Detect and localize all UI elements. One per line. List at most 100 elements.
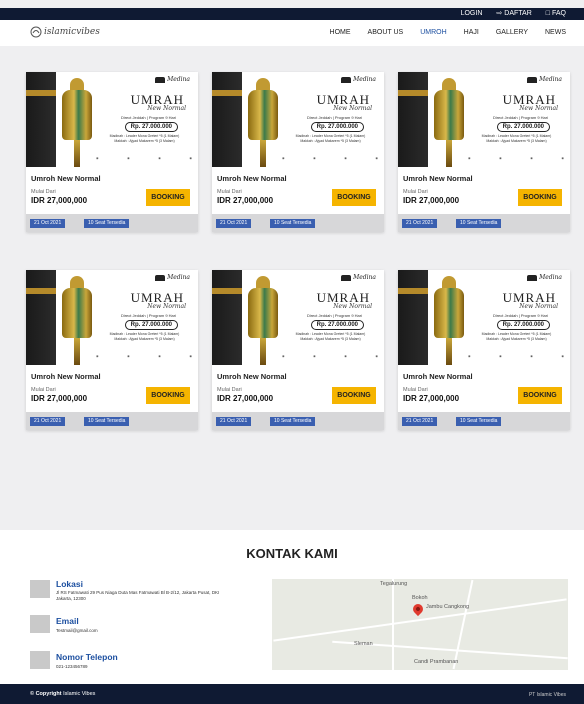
map-label-tegalurung: Tegalurung: [380, 581, 408, 587]
mosque-icon: [155, 76, 166, 83]
booking-button[interactable]: BOOKING: [332, 189, 376, 206]
package-brand-text: Medina: [539, 76, 562, 83]
card-from-label: Mulai Dari: [403, 387, 428, 393]
contact-section: KONTAK KAMI Lokasi Jl RS Fatmawati 29 Pu…: [0, 530, 584, 684]
package-card[interactable]: Medina UMRAH New Normal Direct Jeddah | …: [26, 270, 198, 430]
package-brand-text: Medina: [539, 274, 562, 281]
kaaba-image: [212, 72, 242, 167]
kaaba-image: [398, 72, 428, 167]
phone-icon: ◉: [530, 156, 533, 160]
date-badge: 21 Oct 2021: [216, 417, 252, 426]
date-badge: 21 Oct 2021: [402, 219, 438, 228]
lantern-image: [434, 288, 464, 338]
footer-copyright: © Copyright Islamic Vibes: [30, 691, 95, 697]
copyright-label: © Copyright: [30, 691, 62, 697]
package-image[interactable]: Medina UMRAH New Normal Direct Jeddah | …: [398, 72, 570, 167]
daftar-label: DAFTAR: [504, 9, 532, 17]
phone-icon: ◉: [344, 354, 347, 358]
mosque-icon: [155, 274, 166, 281]
kaaba-image: [212, 270, 242, 365]
package-card[interactable]: Medina UMRAH New Normal Direct Jeddah | …: [398, 270, 570, 430]
package-social-icons: ◉ ◉ ◉ ◉: [96, 354, 192, 358]
web-icon: ◉: [189, 156, 192, 160]
package-social-icons: ◉ ◉ ◉ ◉: [96, 156, 192, 160]
seats-badge: 10 Seat Tersedia: [456, 417, 502, 426]
location-value: Jl RS Fatmawati 29 Pus Niaga Duta Mas Fa…: [56, 590, 220, 601]
lantern-stem: [260, 338, 266, 365]
date-badge: 21 Oct 2021: [30, 417, 66, 426]
card-from-label: Mulai Dari: [403, 189, 428, 195]
package-card[interactable]: Medina UMRAH New Normal Direct Jeddah | …: [26, 72, 198, 232]
card-info-strip: 21 Oct 2021 10 Seat Tersedia: [398, 412, 570, 430]
phone-icon: ◉: [158, 354, 161, 358]
facebook-icon: ◉: [127, 354, 130, 358]
package-price-pill: Rp. 27.000.000: [124, 122, 178, 132]
package-fine-print: Madinah : Leader Mona Greteri *5 (1 Mala…: [97, 332, 192, 342]
mosque-icon: [341, 76, 352, 83]
package-image[interactable]: Medina UMRAH New Normal Direct Jeddah | …: [212, 72, 384, 167]
nav-home[interactable]: HOME: [330, 29, 351, 36]
booking-button[interactable]: BOOKING: [146, 387, 190, 404]
package-script: New Normal: [333, 303, 372, 310]
map-pin-icon[interactable]: [410, 601, 426, 617]
facebook-icon: ◉: [127, 156, 130, 160]
login-link[interactable]: LOGIN: [461, 9, 483, 17]
instagram-icon: ◉: [282, 354, 285, 358]
booking-button[interactable]: BOOKING: [518, 189, 562, 206]
lantern-image: [62, 288, 92, 338]
package-brand: Medina: [341, 274, 376, 281]
card-price: IDR 27,000,000: [31, 196, 88, 205]
email-value: Testmail@gmail.com: [56, 628, 98, 633]
package-subtitle: Direct Jeddah | Program 9 Hari: [492, 115, 548, 120]
location-heading: Lokasi: [56, 579, 83, 589]
phone-icon: ◉: [530, 354, 533, 358]
location-map[interactable]: Tegalurung Bokoh Jambu Cangkong Sleman C…: [272, 579, 568, 670]
nav-news[interactable]: NEWS: [545, 29, 566, 36]
package-card[interactable]: Medina UMRAH New Normal Direct Jeddah | …: [398, 72, 570, 232]
booking-button[interactable]: BOOKING: [146, 189, 190, 206]
nav-umroh[interactable]: UMROH: [420, 29, 446, 36]
faq-link[interactable]: □ FAQ: [546, 9, 566, 17]
nav-about-us[interactable]: ABOUT US: [368, 29, 404, 36]
map-label-bokoh: Bokoh: [412, 595, 428, 601]
mosque-icon: [527, 274, 538, 281]
web-icon: ◉: [561, 156, 564, 160]
package-card[interactable]: Medina UMRAH New Normal Direct Jeddah | …: [212, 270, 384, 430]
package-social-icons: ◉ ◉ ◉ ◉: [282, 354, 378, 358]
fine-line-2: Makkah : Ajyad Makarem *5 (3 Malam): [300, 337, 361, 341]
lantern-image: [248, 90, 278, 140]
card-from-label: Mulai Dari: [217, 387, 242, 393]
card-info-strip: 21 Oct 2021 10 Seat Tersedia: [398, 214, 570, 232]
package-subtitle: Direct Jeddah | Program 9 Hari: [306, 313, 362, 318]
booking-button[interactable]: BOOKING: [518, 387, 562, 404]
package-fine-print: Madinah : Leader Mona Greteri *5 (1 Mala…: [469, 332, 564, 342]
package-subtitle: Direct Jeddah | Program 9 Hari: [120, 313, 176, 318]
package-image[interactable]: Medina UMRAH New Normal Direct Jeddah | …: [26, 270, 198, 365]
facebook-icon: ◉: [499, 156, 502, 160]
package-social-icons: ◉ ◉ ◉ ◉: [282, 156, 378, 160]
web-icon: ◉: [375, 156, 378, 160]
daftar-link[interactable]: ⇨ DAFTAR: [496, 9, 532, 18]
email-icon: [30, 615, 50, 633]
card-title: Umroh New Normal: [217, 174, 287, 183]
seats-badge: 10 Seat Tersedia: [270, 417, 316, 426]
package-brand-text: Medina: [353, 76, 376, 83]
nav-gallery[interactable]: GALLERY: [496, 29, 528, 36]
seats-badge: 10 Seat Tersedia: [456, 219, 502, 228]
main-navbar: islamicvibes HOME ABOUT US UMROH HAJI GA…: [0, 20, 584, 46]
package-subtitle: Direct Jeddah | Program 9 Hari: [120, 115, 176, 120]
package-fine-print: Madinah : Leader Mona Greteri *5 (1 Mala…: [97, 134, 192, 144]
package-image[interactable]: Medina UMRAH New Normal Direct Jeddah | …: [212, 270, 384, 365]
package-brand-text: Medina: [167, 274, 190, 281]
package-image[interactable]: Medina UMRAH New Normal Direct Jeddah | …: [26, 72, 198, 167]
package-card[interactable]: Medina UMRAH New Normal Direct Jeddah | …: [212, 72, 384, 232]
lantern-image: [62, 90, 92, 140]
email-heading: Email: [56, 616, 79, 626]
seats-badge: 10 Seat Tersedia: [84, 219, 130, 228]
nav-haji[interactable]: HAJI: [464, 29, 479, 36]
package-script: New Normal: [333, 105, 372, 112]
lantern-stem: [74, 338, 80, 365]
site-logo[interactable]: islamicvibes: [30, 26, 100, 38]
package-image[interactable]: Medina UMRAH New Normal Direct Jeddah | …: [398, 270, 570, 365]
booking-button[interactable]: BOOKING: [332, 387, 376, 404]
